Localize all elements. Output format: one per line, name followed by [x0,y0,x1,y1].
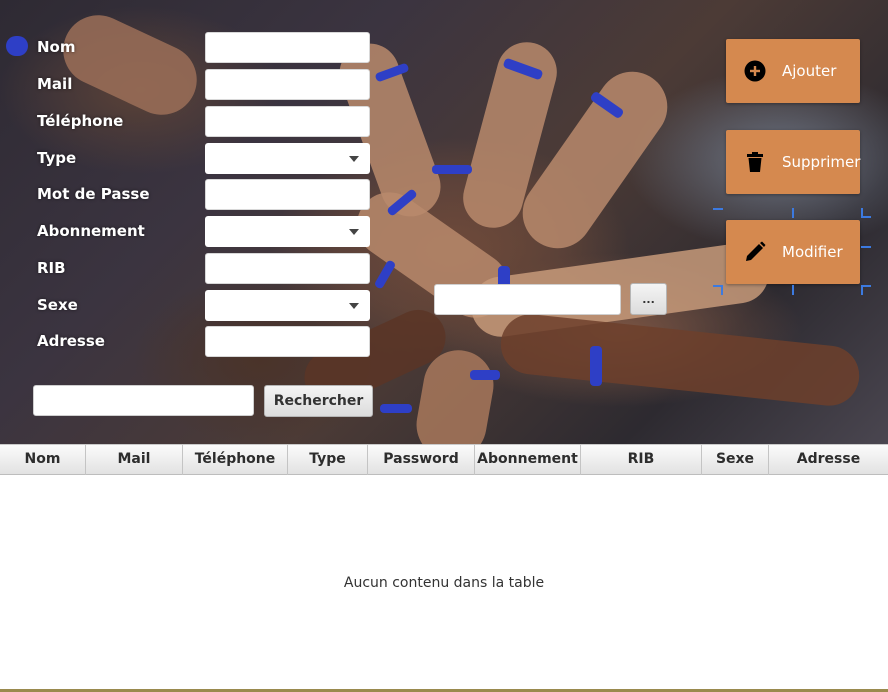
delete-button-label: Supprimer [782,153,861,171]
column-header-password[interactable]: Password [368,445,475,475]
telephone-input[interactable] [205,106,370,137]
adresse-input[interactable] [205,326,370,357]
label-mot-de-passe: Mot de Passe [37,185,150,203]
label-mail: Mail [37,75,73,93]
edit-button-label: Modifier [782,243,843,261]
delete-button[interactable]: Supprimer [726,130,860,194]
column-header-nom[interactable]: Nom [0,445,86,475]
column-header-adresse[interactable]: Adresse [769,445,888,475]
file-path-input[interactable] [434,284,621,315]
table-header: Nom Mail Téléphone Type Password Abonnem… [0,445,888,475]
chevron-down-icon [349,303,359,309]
label-abonnement: Abonnement [37,222,145,240]
chevron-down-icon [349,156,359,162]
empty-table-message: Aucun contenu dans la table [343,575,545,591]
edit-button[interactable]: Modifier [726,220,860,284]
column-header-sexe[interactable]: Sexe [702,445,769,475]
mail-input[interactable] [205,69,370,100]
column-header-mail[interactable]: Mail [86,445,183,475]
label-telephone: Téléphone [37,112,124,130]
pencil-icon [744,241,766,263]
search-input[interactable] [33,385,254,416]
column-header-type[interactable]: Type [288,445,368,475]
search-button[interactable]: Rechercher [264,385,373,417]
label-adresse: Adresse [37,332,105,350]
nom-input[interactable] [205,32,370,63]
mot-de-passe-input[interactable] [205,179,370,210]
label-rib: RIB [37,259,66,277]
browse-button[interactable]: ... [630,283,667,315]
trash-icon [744,151,766,173]
label-type: Type [37,149,77,167]
plus-circle-icon [744,60,766,82]
rib-input[interactable] [205,253,370,284]
column-header-telephone[interactable]: Téléphone [183,445,288,475]
add-button-label: Ajouter [782,62,837,80]
users-table[interactable]: Nom Mail Téléphone Type Password Abonnem… [0,444,888,692]
chevron-down-icon [349,229,359,235]
label-nom: Nom [37,38,76,56]
abonnement-select[interactable] [205,216,370,247]
type-select[interactable] [205,143,370,174]
column-header-rib[interactable]: RIB [581,445,702,475]
column-header-abonnement[interactable]: Abonnement [475,445,581,475]
sexe-select[interactable] [205,290,370,321]
label-sexe: Sexe [37,296,78,314]
add-button[interactable]: Ajouter [726,39,860,103]
